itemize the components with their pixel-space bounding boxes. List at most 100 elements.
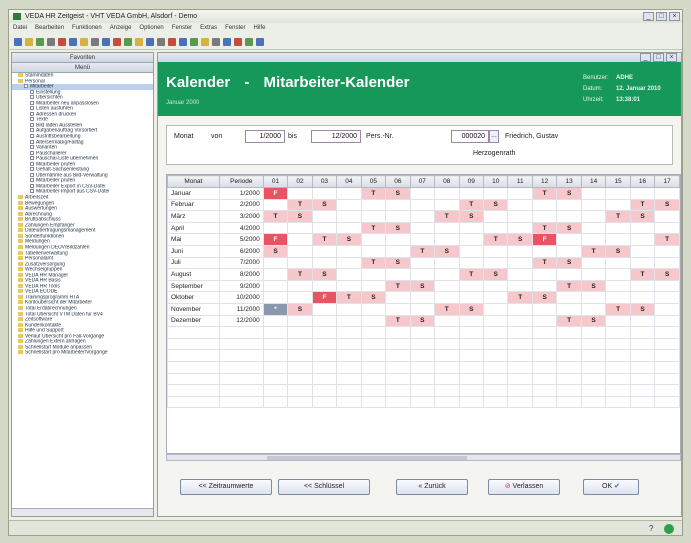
day-cell[interactable] — [262, 268, 289, 281]
day-cell[interactable]: T — [385, 314, 411, 328]
month-column-header[interactable]: Monat — [167, 175, 220, 188]
table-row[interactable]: Januar 1/2000 F T S T S — [167, 187, 680, 200]
day-cell[interactable] — [311, 279, 338, 293]
day-cell[interactable] — [336, 187, 362, 200]
day-cell[interactable]: T — [360, 187, 387, 200]
day-cell[interactable] — [336, 244, 362, 258]
toolbar-icon[interactable] — [47, 37, 55, 46]
day-cell[interactable] — [409, 187, 436, 200]
day-cell[interactable] — [458, 244, 484, 258]
day-cell[interactable]: T — [385, 279, 411, 293]
day-cell[interactable]: T — [434, 210, 460, 223]
day-cell[interactable] — [580, 210, 607, 223]
day-cell[interactable]: T — [629, 198, 656, 212]
day-cell[interactable]: T — [507, 291, 533, 304]
toolbar-icon[interactable] — [212, 37, 220, 46]
day-cell[interactable] — [311, 244, 338, 258]
day-cell[interactable] — [482, 279, 509, 293]
table-row[interactable]: Juni 6/2000 S T S T S — [167, 244, 680, 258]
persnr-input[interactable]: 000020 — [451, 130, 489, 143]
day-cell[interactable] — [629, 244, 656, 258]
day-cell[interactable]: S — [629, 302, 656, 316]
day-cell[interactable] — [409, 198, 436, 212]
day-cell[interactable] — [605, 256, 631, 270]
day-cell[interactable] — [531, 244, 558, 258]
day-cell[interactable] — [531, 279, 558, 293]
day-cell[interactable] — [287, 314, 313, 328]
day-cell[interactable] — [507, 198, 533, 212]
day-cell[interactable] — [385, 233, 411, 246]
day-cell[interactable]: S — [409, 314, 436, 328]
day-cell[interactable] — [507, 268, 533, 281]
from-month-input[interactable]: 1/2000 — [245, 130, 285, 143]
day-cell[interactable] — [360, 279, 387, 293]
table-row[interactable]: April 4/2000 T S T S — [167, 221, 680, 235]
day-cell[interactable]: S — [409, 279, 436, 293]
table-row[interactable]: Mai 5/2000 F T S T S F T — [167, 233, 680, 246]
day-cell[interactable]: S — [482, 198, 509, 212]
day-cell[interactable]: S — [360, 291, 387, 304]
day-cell[interactable]: T — [556, 279, 582, 293]
day-cell[interactable]: T — [605, 302, 631, 316]
favorites-tab[interactable]: Favoriten — [12, 53, 153, 63]
day-cell[interactable] — [336, 314, 362, 328]
day-cell[interactable] — [262, 256, 289, 270]
day-cell[interactable] — [580, 302, 607, 316]
day-column-header[interactable]: 17 — [654, 175, 680, 188]
day-cell[interactable] — [556, 244, 582, 258]
day-cell[interactable] — [409, 268, 436, 281]
day-cell[interactable] — [336, 279, 362, 293]
day-column-header[interactable]: 01 — [262, 175, 289, 188]
day-cell[interactable]: S — [556, 256, 582, 270]
day-cell[interactable]: S — [580, 279, 607, 293]
day-cell[interactable] — [409, 302, 436, 316]
toolbar-icon[interactable] — [234, 37, 242, 46]
day-cell[interactable] — [605, 291, 631, 304]
toolbar-icon[interactable] — [168, 37, 176, 46]
day-cell[interactable]: S — [336, 233, 362, 246]
day-cell[interactable] — [507, 210, 533, 223]
day-cell[interactable]: S — [434, 244, 460, 258]
day-cell[interactable] — [262, 314, 289, 328]
day-cell[interactable] — [458, 279, 484, 293]
day-cell[interactable] — [605, 221, 631, 235]
help-button[interactable]: ? — [649, 524, 659, 534]
day-cell[interactable]: F — [262, 233, 289, 246]
day-cell[interactable]: T — [434, 302, 460, 316]
day-cell[interactable] — [482, 187, 509, 200]
minimize-button[interactable]: _ — [643, 12, 654, 21]
day-cell[interactable] — [507, 302, 533, 316]
day-cell[interactable] — [458, 256, 484, 270]
day-column-header[interactable]: 02 — [287, 175, 313, 188]
day-cell[interactable] — [458, 187, 484, 200]
day-cell[interactable]: T — [458, 198, 484, 212]
day-cell[interactable]: S — [311, 268, 338, 281]
day-cell[interactable] — [605, 233, 631, 246]
menu-item[interactable]: Datei — [13, 23, 27, 34]
toolbar-icon[interactable] — [201, 37, 209, 46]
day-cell[interactable] — [629, 221, 656, 235]
table-row[interactable]: Dezember 12/2000 T S T S — [167, 314, 680, 328]
day-cell[interactable]: F — [531, 233, 558, 246]
day-cell[interactable] — [434, 187, 460, 200]
day-cell[interactable] — [434, 314, 460, 328]
day-cell[interactable]: T — [262, 210, 289, 223]
day-cell[interactable] — [385, 291, 411, 304]
day-cell[interactable]: T — [654, 233, 680, 246]
day-cell[interactable] — [556, 210, 582, 223]
grid-scrollbar-thumb[interactable] — [267, 456, 467, 460]
day-cell[interactable]: T — [580, 244, 607, 258]
day-column-header[interactable]: 12 — [531, 175, 558, 188]
day-cell[interactable] — [262, 221, 289, 235]
day-cell[interactable] — [531, 198, 558, 212]
day-column-header[interactable]: 05 — [360, 175, 387, 188]
day-cell[interactable] — [629, 291, 656, 304]
day-cell[interactable]: S — [654, 268, 680, 281]
day-cell[interactable]: T — [629, 268, 656, 281]
day-column-header[interactable]: 03 — [311, 175, 338, 188]
toolbar-icon[interactable] — [157, 37, 165, 46]
day-cell[interactable] — [629, 256, 656, 270]
grid-scrollbar[interactable] — [166, 454, 681, 461]
day-cell[interactable] — [580, 187, 607, 200]
day-cell[interactable]: S — [311, 198, 338, 212]
